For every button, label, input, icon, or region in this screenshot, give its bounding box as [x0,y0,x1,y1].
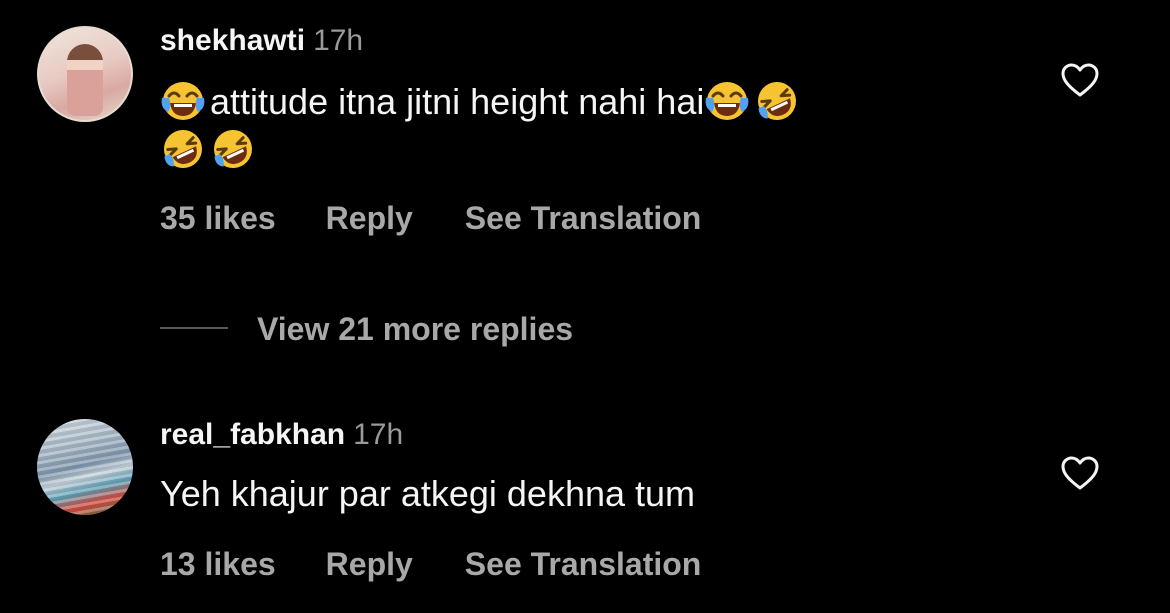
comment-header: real_fabkhan 17h [160,418,403,452]
face-with-tears-of-joy-icon [704,80,750,122]
reply-button[interactable]: Reply [326,544,413,584]
see-translation-button[interactable]: See Translation [465,544,702,584]
reply-button[interactable]: Reply [326,198,413,238]
face-with-tears-of-joy-icon [160,80,206,122]
timestamp: 17h [353,418,404,451]
username[interactable]: shekhawti [160,24,305,57]
comment-actions: 13 likes Reply See Translation [160,544,701,584]
comment-actions: 35 likes Reply See Translation [160,198,701,238]
avatar[interactable] [37,419,133,515]
replies-divider-line [160,327,228,329]
comment-header: shekhawti 17h [160,24,363,58]
avatar-photo [37,419,133,515]
like-heart-icon[interactable] [1060,455,1100,491]
timestamp: 17h [313,24,364,57]
rolling-on-the-floor-laughing-icon [160,128,206,170]
likes-count[interactable]: 13 likes [160,544,276,584]
comment-text-content: attitude itna jitni height nahi hai [210,81,705,122]
username[interactable]: real_fabkhan [160,418,345,451]
rolling-on-the-floor-laughing-icon [210,128,256,170]
like-heart-icon[interactable] [1060,62,1100,98]
rolling-on-the-floor-laughing-icon [754,80,800,122]
likes-count[interactable]: 35 likes [160,198,276,238]
comment-text: attitude itna jitni height nahi hai [160,78,980,174]
avatar-photo [67,44,103,116]
see-translation-button[interactable]: See Translation [465,198,702,238]
avatar[interactable] [37,26,133,122]
view-more-replies-label[interactable]: View 21 more replies [257,310,573,348]
comment-text: Yeh khajur par atkegi dekhna tum [160,473,696,514]
